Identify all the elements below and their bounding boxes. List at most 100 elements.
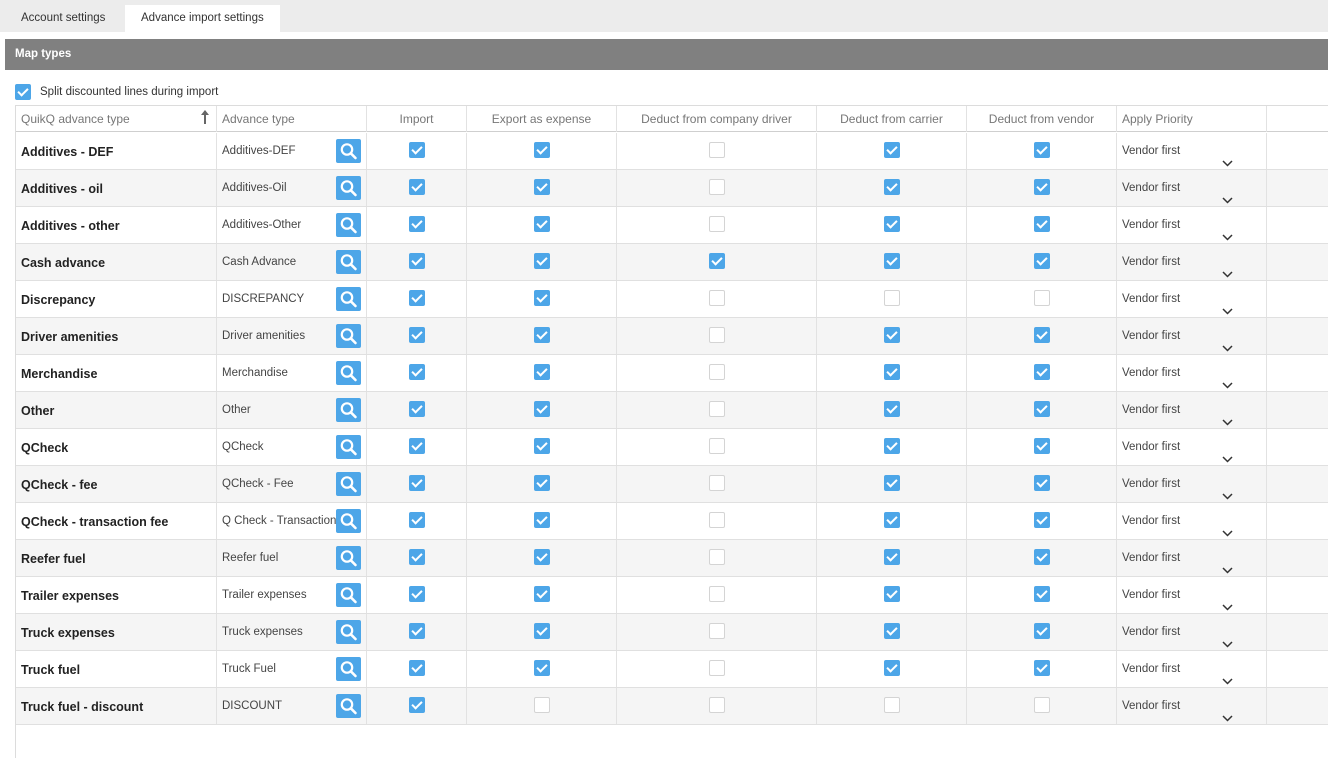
advance-type-cell[interactable]: Additives-Other <box>217 207 367 243</box>
export-expense-checkbox[interactable] <box>533 216 550 232</box>
apply-priority-dropdown[interactable]: Vendor first <box>1117 540 1267 576</box>
deduct-carrier-checkbox[interactable] <box>883 364 900 380</box>
deduct-carrier-checkbox[interactable] <box>883 549 900 565</box>
apply-priority-dropdown[interactable]: Vendor first <box>1117 688 1267 724</box>
column-header-quikq-advance-type[interactable]: QuikQ advance type <box>16 106 217 132</box>
import-checkbox[interactable] <box>408 586 425 602</box>
export-expense-checkbox[interactable] <box>533 660 550 676</box>
deduct-company-driver-checkbox[interactable] <box>708 475 725 491</box>
search-icon[interactable] <box>336 361 361 385</box>
column-header-deduct-carrier[interactable]: Deduct from carrier <box>817 106 967 132</box>
advance-type-cell[interactable]: QCheck - Fee <box>217 466 367 502</box>
import-checkbox[interactable] <box>408 290 425 306</box>
search-icon[interactable] <box>336 620 361 644</box>
deduct-company-driver-checkbox[interactable] <box>708 586 725 602</box>
export-expense-checkbox[interactable] <box>533 142 550 158</box>
search-icon[interactable] <box>336 694 361 718</box>
import-checkbox[interactable] <box>408 549 425 565</box>
deduct-carrier-checkbox[interactable] <box>883 660 900 676</box>
deduct-vendor-checkbox[interactable] <box>1033 438 1050 454</box>
deduct-vendor-checkbox[interactable] <box>1033 364 1050 380</box>
deduct-vendor-checkbox[interactable] <box>1033 327 1050 343</box>
deduct-carrier-checkbox[interactable] <box>883 290 900 306</box>
import-checkbox[interactable] <box>408 401 425 417</box>
deduct-carrier-checkbox[interactable] <box>883 179 900 195</box>
apply-priority-dropdown[interactable]: Vendor first <box>1117 355 1267 391</box>
deduct-vendor-checkbox[interactable] <box>1033 549 1050 565</box>
export-expense-checkbox[interactable] <box>533 290 550 306</box>
deduct-company-driver-checkbox[interactable] <box>708 660 725 676</box>
import-checkbox[interactable] <box>408 623 425 639</box>
search-icon[interactable] <box>336 250 361 274</box>
search-icon[interactable] <box>336 472 361 496</box>
deduct-vendor-checkbox[interactable] <box>1033 660 1050 676</box>
deduct-vendor-checkbox[interactable] <box>1033 253 1050 269</box>
export-expense-checkbox[interactable] <box>533 586 550 602</box>
search-icon[interactable] <box>336 139 361 163</box>
advance-type-cell[interactable]: QCheck <box>217 429 367 465</box>
apply-priority-dropdown[interactable]: Vendor first <box>1117 466 1267 502</box>
deduct-carrier-checkbox[interactable] <box>883 253 900 269</box>
deduct-company-driver-checkbox[interactable] <box>708 364 725 380</box>
tab-advance-import-settings[interactable]: Advance import settings <box>125 5 280 32</box>
column-header-advance-type[interactable]: Advance type <box>217 106 367 132</box>
apply-priority-dropdown[interactable]: Vendor first <box>1117 281 1267 317</box>
advance-type-cell[interactable]: Other <box>217 392 367 428</box>
column-header-import[interactable]: Import <box>367 106 467 132</box>
deduct-company-driver-checkbox[interactable] <box>708 216 725 232</box>
export-expense-checkbox[interactable] <box>533 438 550 454</box>
search-icon[interactable] <box>336 657 361 681</box>
column-header-apply-priority[interactable]: Apply Priority <box>1117 106 1267 132</box>
search-icon[interactable] <box>336 583 361 607</box>
deduct-vendor-checkbox[interactable] <box>1033 697 1050 713</box>
search-icon[interactable] <box>336 398 361 422</box>
deduct-carrier-checkbox[interactable] <box>883 438 900 454</box>
column-header-deduct-vendor[interactable]: Deduct from vendor <box>967 106 1117 132</box>
advance-type-cell[interactable]: Additives-Oil <box>217 170 367 206</box>
deduct-company-driver-checkbox[interactable] <box>708 401 725 417</box>
deduct-carrier-checkbox[interactable] <box>883 327 900 343</box>
chevron-down-icon[interactable] <box>1222 701 1233 737</box>
export-expense-checkbox[interactable] <box>533 623 550 639</box>
import-checkbox[interactable] <box>408 660 425 676</box>
column-header-export-as-expense[interactable]: Export as expense <box>467 106 617 132</box>
sort-ascending-icon[interactable] <box>201 110 209 124</box>
deduct-vendor-checkbox[interactable] <box>1033 475 1050 491</box>
export-expense-checkbox[interactable] <box>533 512 550 528</box>
deduct-vendor-checkbox[interactable] <box>1033 586 1050 602</box>
deduct-vendor-checkbox[interactable] <box>1033 142 1050 158</box>
deduct-carrier-checkbox[interactable] <box>883 697 900 713</box>
search-icon[interactable] <box>336 324 361 348</box>
deduct-carrier-checkbox[interactable] <box>883 586 900 602</box>
deduct-company-driver-checkbox[interactable] <box>708 253 725 269</box>
export-expense-checkbox[interactable] <box>533 253 550 269</box>
import-checkbox[interactable] <box>408 475 425 491</box>
search-icon[interactable] <box>336 546 361 570</box>
advance-type-cell[interactable]: Truck Fuel <box>217 651 367 687</box>
deduct-vendor-checkbox[interactable] <box>1033 401 1050 417</box>
export-expense-checkbox[interactable] <box>533 697 550 713</box>
import-checkbox[interactable] <box>408 512 425 528</box>
apply-priority-dropdown[interactable]: Vendor first <box>1117 614 1267 650</box>
deduct-company-driver-checkbox[interactable] <box>708 549 725 565</box>
deduct-company-driver-checkbox[interactable] <box>708 438 725 454</box>
advance-type-cell[interactable]: Driver amenities <box>217 318 367 354</box>
apply-priority-dropdown[interactable]: Vendor first <box>1117 318 1267 354</box>
apply-priority-dropdown[interactable]: Vendor first <box>1117 392 1267 428</box>
deduct-carrier-checkbox[interactable] <box>883 142 900 158</box>
import-checkbox[interactable] <box>408 253 425 269</box>
import-checkbox[interactable] <box>408 364 425 380</box>
deduct-company-driver-checkbox[interactable] <box>708 512 725 528</box>
import-checkbox[interactable] <box>408 327 425 343</box>
export-expense-checkbox[interactable] <box>533 327 550 343</box>
deduct-vendor-checkbox[interactable] <box>1033 623 1050 639</box>
deduct-carrier-checkbox[interactable] <box>883 475 900 491</box>
advance-type-cell[interactable]: Additives-DEF <box>217 133 367 169</box>
deduct-company-driver-checkbox[interactable] <box>708 697 725 713</box>
column-header-deduct-company-driver[interactable]: Deduct from company driver <box>617 106 817 132</box>
deduct-company-driver-checkbox[interactable] <box>708 179 725 195</box>
deduct-vendor-checkbox[interactable] <box>1033 290 1050 306</box>
export-expense-checkbox[interactable] <box>533 475 550 491</box>
import-checkbox[interactable] <box>408 179 425 195</box>
advance-type-cell[interactable]: Cash Advance <box>217 244 367 280</box>
